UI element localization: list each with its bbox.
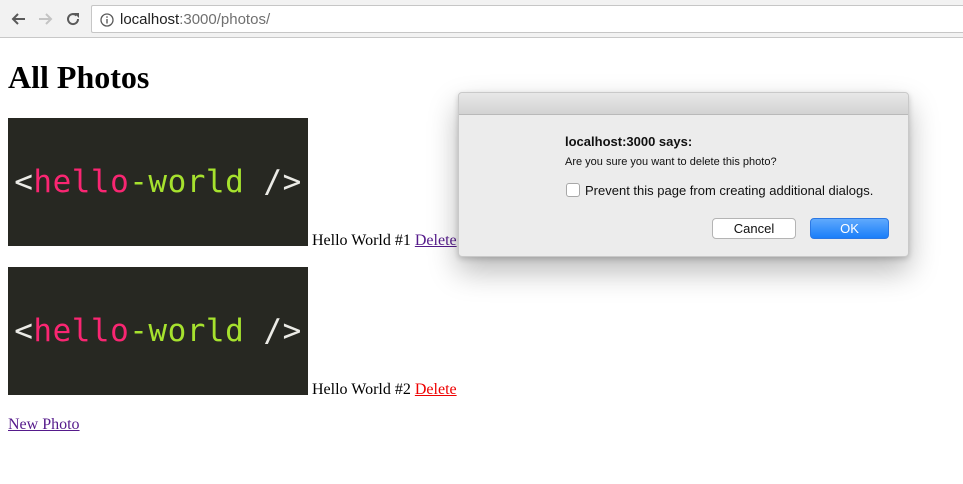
- thumb-word2: world: [148, 164, 245, 200]
- confirm-dialog: localhost:3000 says: Are you sure you wa…: [458, 92, 909, 257]
- url-path: :3000/photos/: [179, 11, 271, 28]
- url-text: localhost:3000/photos/: [120, 11, 270, 28]
- photo-item: <hello-world /> Hello World #1 Delete: [8, 118, 457, 249]
- prevent-dialogs-label[interactable]: Prevent this page from creating addition…: [585, 183, 873, 198]
- thumb-open: <: [14, 164, 34, 200]
- dialog-titlebar: [459, 93, 908, 115]
- reload-icon[interactable]: [63, 9, 83, 29]
- thumb-dash: -: [129, 313, 149, 349]
- thumb-close: />: [244, 313, 302, 349]
- new-photo-link[interactable]: New Photo: [8, 416, 80, 434]
- thumb-word1: hello: [33, 313, 130, 349]
- thumb-word1: hello: [33, 164, 130, 200]
- photo-caption: Hello World #2: [312, 381, 411, 398]
- photo-thumbnail: <hello-world />: [8, 267, 308, 395]
- photo-caption: Hello World #1: [312, 232, 411, 249]
- thumb-open: <: [14, 313, 34, 349]
- thumb-word2: world: [148, 313, 245, 349]
- ok-button[interactable]: OK: [810, 218, 889, 239]
- thumb-close: />: [244, 164, 302, 200]
- delete-link[interactable]: Delete: [415, 381, 457, 399]
- info-icon[interactable]: [100, 13, 114, 32]
- cancel-button[interactable]: Cancel: [712, 218, 796, 239]
- address-bar[interactable]: localhost:3000/photos/: [91, 5, 963, 33]
- page-title: All Photos: [8, 59, 150, 95]
- dialog-message: Are you sure you want to delete this pho…: [565, 156, 777, 168]
- photo-item: <hello-world /> Hello World #2 Delete: [8, 267, 457, 398]
- thumb-dash: -: [129, 164, 149, 200]
- delete-link[interactable]: Delete: [415, 232, 457, 250]
- back-arrow-icon[interactable]: [8, 9, 28, 29]
- dialog-heading: localhost:3000 says:: [565, 134, 693, 149]
- browser-toolbar: localhost:3000/photos/: [0, 0, 963, 38]
- forward-arrow-icon[interactable]: [36, 9, 56, 29]
- url-host: localhost: [120, 11, 180, 28]
- prevent-dialogs-checkbox[interactable]: [566, 183, 580, 197]
- photo-thumbnail: <hello-world />: [8, 118, 308, 246]
